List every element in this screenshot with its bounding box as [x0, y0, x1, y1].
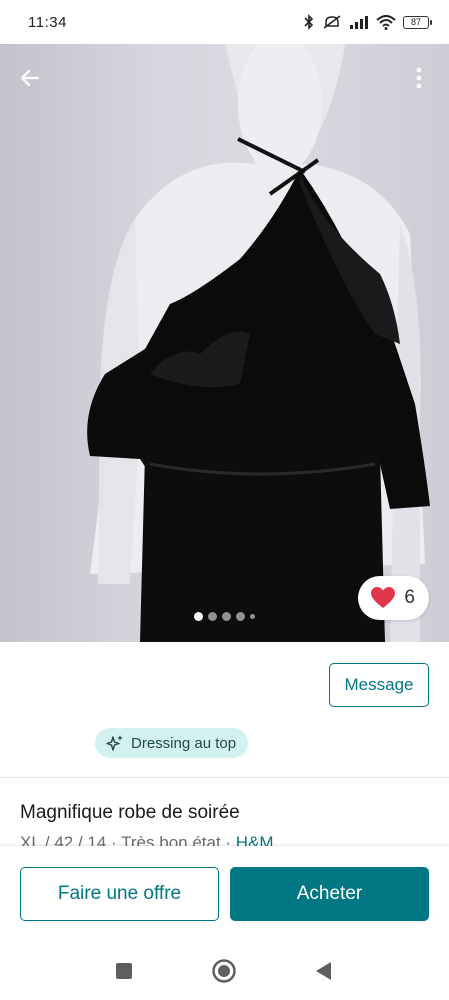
more-options-button[interactable] [403, 62, 435, 94]
battery-icon: 87 [403, 15, 432, 29]
make-offer-button[interactable]: Faire une offre [20, 867, 219, 921]
action-bar: Faire une offre Acheter [0, 846, 449, 940]
gallery-dot[interactable] [236, 612, 245, 621]
seller-badge: Dressing au top [95, 728, 249, 758]
system-back-button[interactable] [311, 958, 337, 984]
product-photo [87, 44, 431, 642]
status-time: 11:34 [28, 13, 67, 31]
buy-button[interactable]: Acheter [230, 867, 429, 921]
message-button[interactable]: Message [329, 663, 429, 707]
item-size: XL / 42 / 14 [20, 833, 107, 847]
more-vertical-icon [416, 67, 422, 89]
arrow-left-icon [20, 69, 40, 87]
system-nav-bar [0, 940, 449, 1000]
badge-label: Dressing au top [131, 734, 237, 752]
heart-icon [371, 587, 396, 608]
signal-icon [350, 16, 368, 29]
meta-separator: · [220, 833, 236, 847]
wifi-icon [376, 14, 396, 30]
item-condition: Très bon état [121, 833, 221, 847]
back-button[interactable] [14, 62, 46, 94]
gallery-dot[interactable] [194, 612, 203, 621]
sparkle-icon [106, 735, 123, 751]
section-divider [0, 777, 449, 778]
favorite-button[interactable]: 6 [358, 576, 429, 620]
gallery-dot[interactable] [208, 612, 217, 621]
meta-separator: · [106, 833, 122, 847]
circle-icon [212, 959, 236, 983]
square-icon [116, 963, 132, 979]
item-brand-link[interactable]: H&M [236, 833, 274, 847]
product-photo-gallery[interactable]: 6 [0, 44, 449, 642]
mute-icon [323, 15, 341, 29]
gallery-dot[interactable] [222, 612, 231, 621]
gallery-dot[interactable] [250, 614, 255, 619]
status-bar: 11:34 87 [0, 0, 449, 44]
recents-button[interactable] [111, 958, 137, 984]
item-title: Magnifique robe de soirée [20, 802, 240, 823]
triangle-back-icon [316, 962, 331, 980]
favorite-count: 6 [404, 587, 415, 608]
home-button[interactable] [211, 958, 237, 984]
item-meta: XL / 42 / 14 · Très bon état · H&M [20, 832, 274, 847]
bluetooth-icon [304, 14, 314, 30]
status-icons: 87 [303, 14, 432, 30]
